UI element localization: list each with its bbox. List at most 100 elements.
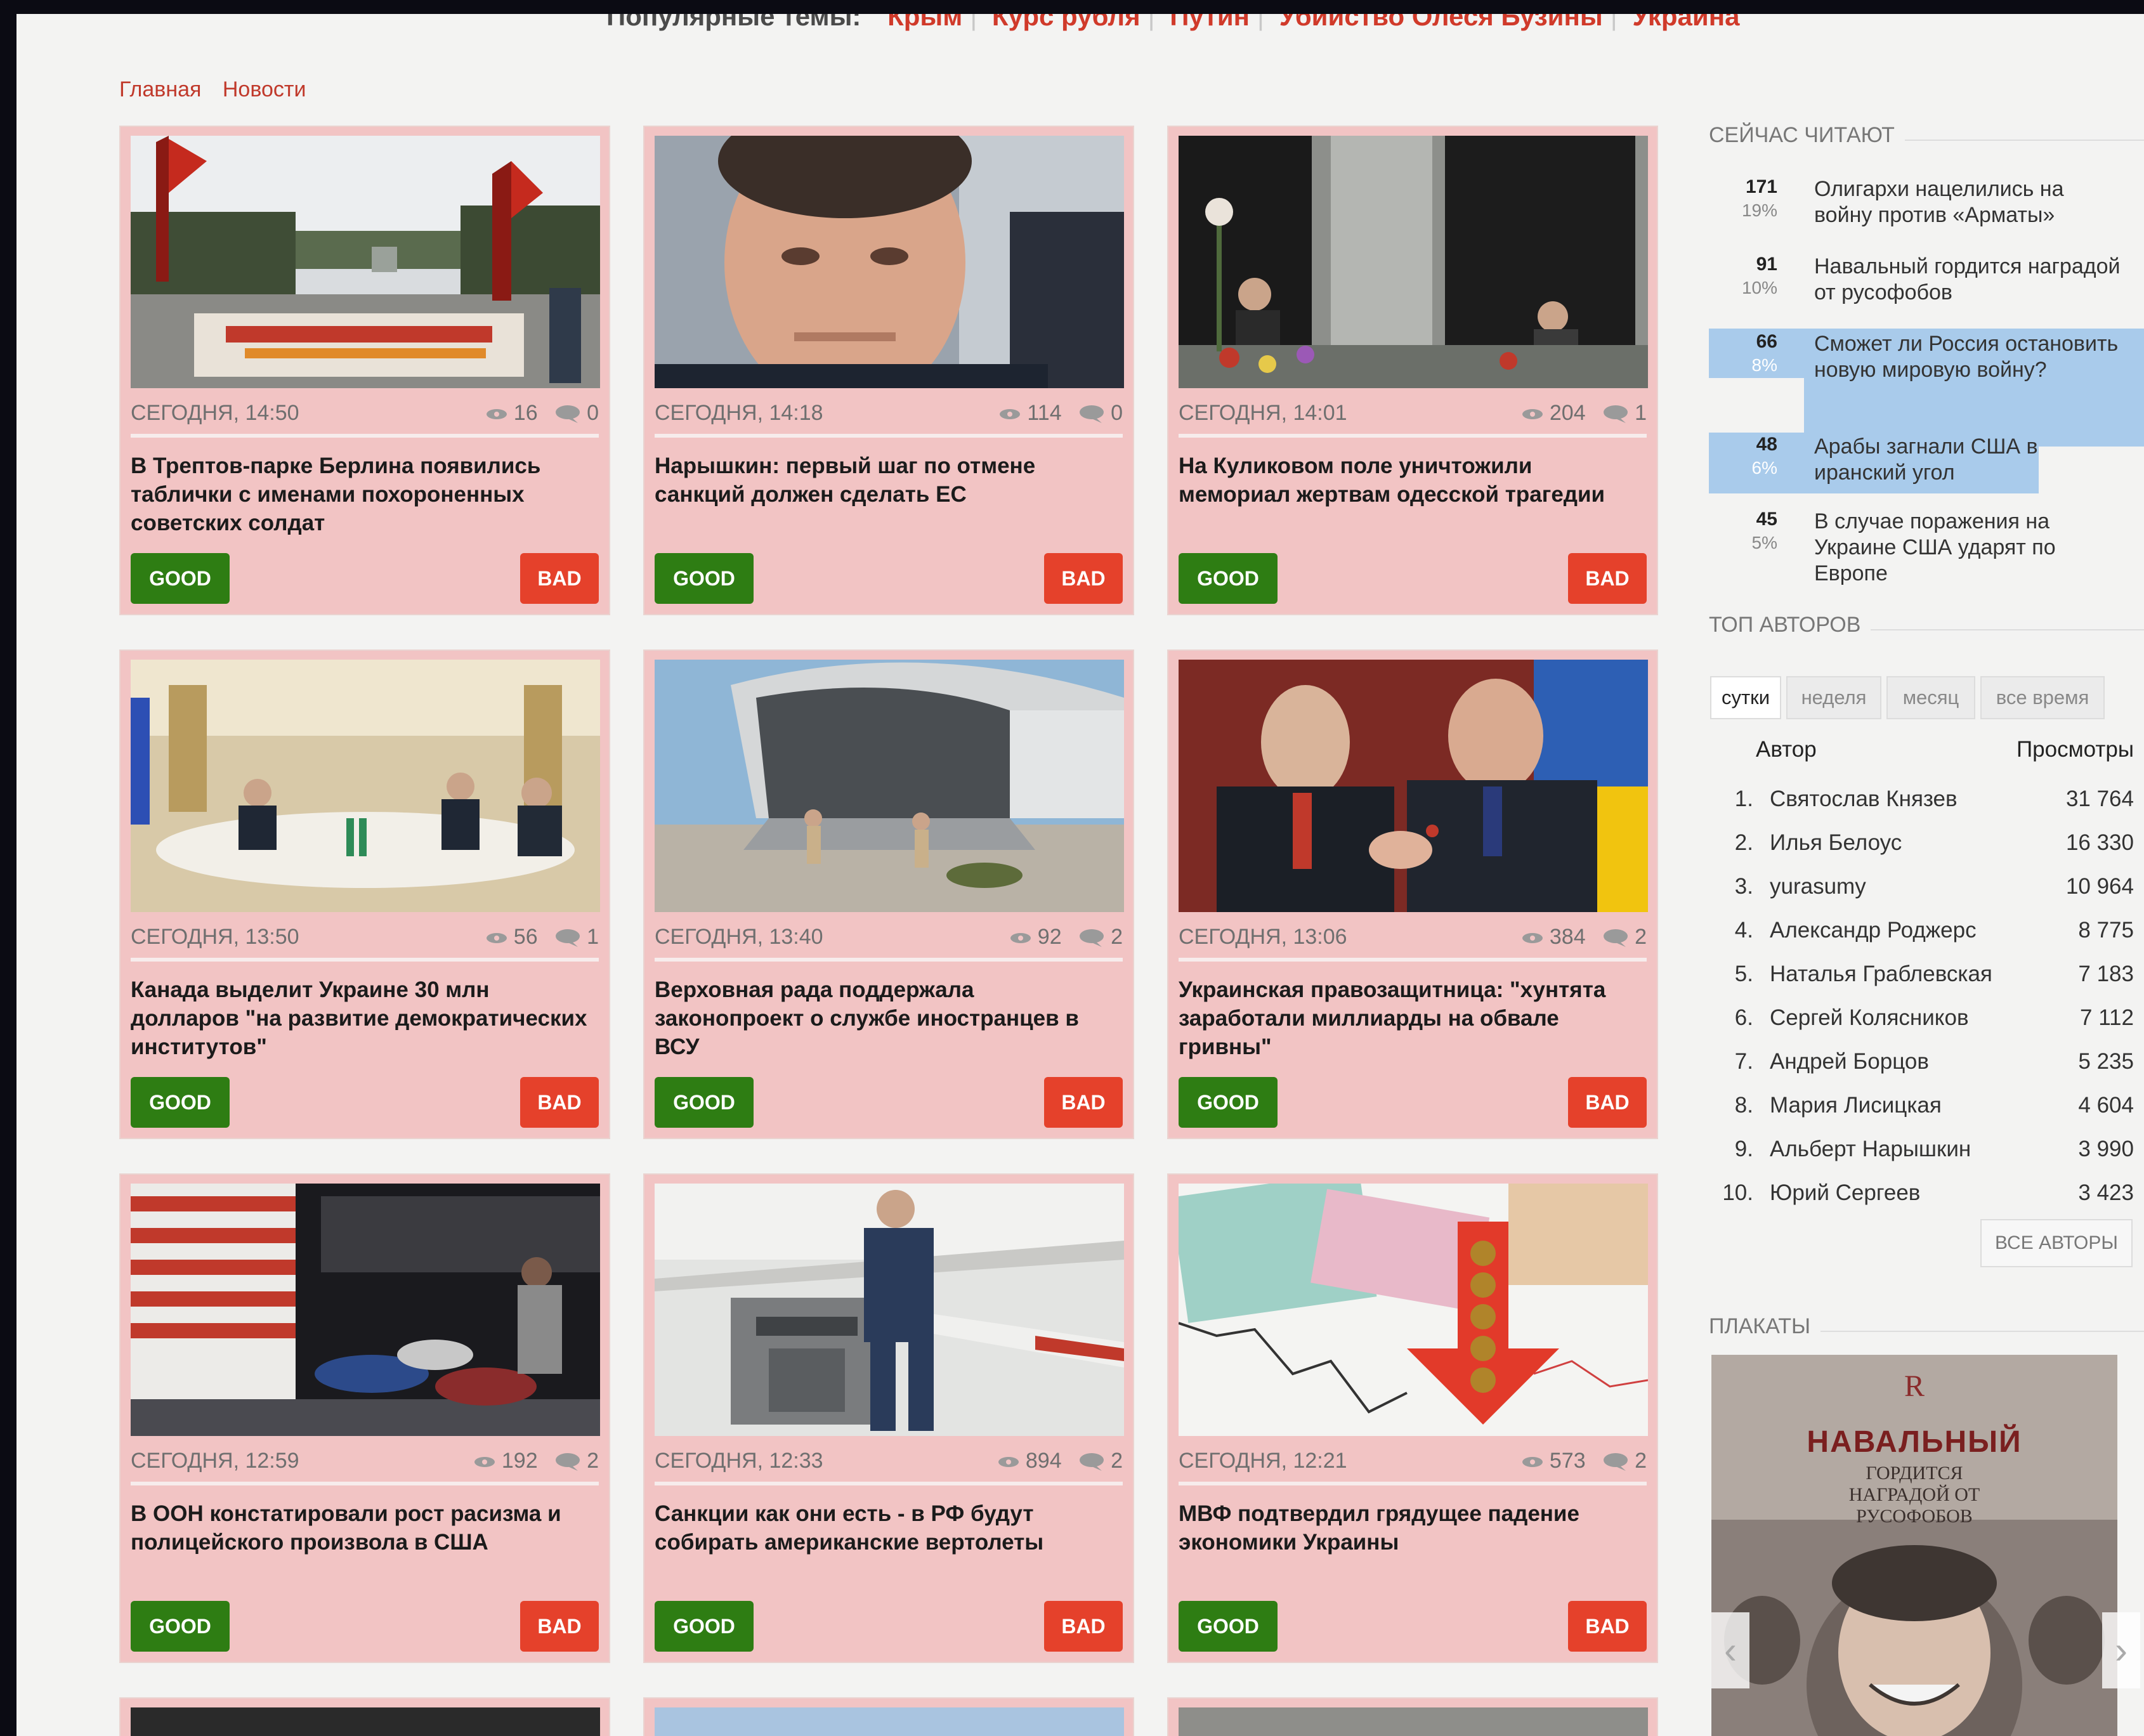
news-image-partial[interactable] xyxy=(1179,1707,1648,1736)
bad-button[interactable]: BAD xyxy=(1568,1601,1647,1652)
news-card[interactable]: СЕГОДНЯ, 14:18 114 0 Нарышкин: первый ша… xyxy=(643,126,1134,615)
reading-link[interactable]: Олигархи нацелились на войну против «Арм… xyxy=(1814,176,2125,228)
news-image-protest-usa[interactable] xyxy=(131,1184,600,1436)
author-name[interactable]: Мария Лисицкая xyxy=(1770,1093,1942,1118)
news-card[interactable]: СЕГОДНЯ, 13:06 384 2 Украинская правозащ… xyxy=(1167,649,1658,1139)
now-reading-item[interactable]: 91 10% Навальный гордится наградой от ру… xyxy=(1709,254,2121,323)
author-row[interactable]: 2. Илья Белоус 16 330 xyxy=(1709,830,2134,868)
news-card[interactable]: СЕГОДНЯ, 12:33 894 2 Санкции как они ест… xyxy=(643,1173,1134,1663)
news-card[interactable]: СЕГОДНЯ, 13:40 92 2 Верховная рада подде… xyxy=(643,649,1134,1139)
author-name[interactable]: Наталья Граблевская xyxy=(1770,962,1992,987)
news-card[interactable] xyxy=(1167,1697,1658,1736)
news-card[interactable]: СЕГОДНЯ, 12:21 573 2 МВФ подтвердил гряд… xyxy=(1167,1173,1658,1663)
news-title[interactable]: На Куликовом поле уничтожили мемориал же… xyxy=(1179,452,1647,509)
news-card[interactable]: СЕГОДНЯ, 14:50 16 0 В Трептов-парке Берл… xyxy=(119,126,610,615)
news-title[interactable]: В ООН констатировали рост расизма и поли… xyxy=(131,1499,599,1557)
news-image-partial[interactable] xyxy=(131,1707,600,1736)
author-row[interactable]: 8. Мария Лисицкая 4 604 xyxy=(1709,1093,2134,1131)
bad-button[interactable]: BAD xyxy=(1568,1077,1647,1128)
news-title[interactable]: Нарышкин: первый шаг по отмене санкций д… xyxy=(655,452,1123,509)
news-title[interactable]: Канада выделит Украине 30 млн долларов "… xyxy=(131,976,599,1061)
tab-all-time[interactable]: все время xyxy=(1980,676,2105,719)
news-title[interactable]: МВФ подтвердил грядущее падение экономик… xyxy=(1179,1499,1647,1557)
news-image-cargo-plane[interactable] xyxy=(655,660,1124,912)
good-button[interactable]: GOOD xyxy=(131,1077,230,1128)
author-name[interactable]: yurasumy xyxy=(1770,874,1866,899)
comment-icon xyxy=(1080,1453,1104,1472)
author-row[interactable]: 5. Наталья Граблевская 7 183 xyxy=(1709,962,2134,1000)
good-button[interactable]: GOOD xyxy=(131,1601,230,1652)
news-title[interactable]: Украинская правозащитница: "хунтята зара… xyxy=(1179,976,1647,1061)
news-image-kulikovo-field[interactable] xyxy=(1179,136,1648,388)
good-button[interactable]: GOOD xyxy=(1179,553,1278,604)
news-card[interactable] xyxy=(643,1697,1134,1736)
good-button[interactable]: GOOD xyxy=(1179,1077,1278,1128)
bad-button[interactable]: BAD xyxy=(520,1077,599,1128)
news-image-naryshkin[interactable] xyxy=(655,136,1124,388)
news-title[interactable]: Санкции как они есть - в РФ будут собира… xyxy=(655,1499,1123,1557)
news-card[interactable] xyxy=(119,1697,610,1736)
author-row[interactable]: 4. Александр Роджерс 8 775 xyxy=(1709,918,2134,956)
bad-button[interactable]: BAD xyxy=(520,553,599,604)
tab-month[interactable]: месяц xyxy=(1886,676,1975,719)
reading-link[interactable]: В случае поражения на Украине США ударят… xyxy=(1814,509,2125,587)
author-name[interactable]: Юрий Сергеев xyxy=(1770,1180,1920,1206)
news-image-partial[interactable] xyxy=(655,1707,1124,1736)
bad-button[interactable]: BAD xyxy=(1568,553,1647,604)
news-card[interactable]: СЕГОДНЯ, 14:01 204 1 На Куликовом поле у… xyxy=(1167,126,1658,615)
author-name[interactable]: Альберт Нарышкин xyxy=(1770,1137,1971,1162)
author-row[interactable]: 7. Андрей Борцов 5 235 xyxy=(1709,1049,2134,1087)
author-row[interactable]: 6. Сергей Колясников 7 112 xyxy=(1709,1005,2134,1043)
author-name[interactable]: Сергей Колясников xyxy=(1770,1005,1969,1031)
good-button[interactable]: GOOD xyxy=(655,1601,754,1652)
news-image-currency-decline[interactable] xyxy=(1179,1184,1648,1436)
author-name[interactable]: Илья Белоус xyxy=(1770,830,1902,856)
topic-link-buzina[interactable]: Убийство Олеся Бузины xyxy=(1279,14,1603,31)
news-image-berlin-memorial[interactable] xyxy=(131,136,600,388)
bad-button[interactable]: BAD xyxy=(520,1601,599,1652)
now-reading-item[interactable]: 45 5% В случае поражения на Украине США … xyxy=(1709,509,2121,591)
good-button[interactable]: GOOD xyxy=(1179,1601,1278,1652)
comment-icon xyxy=(1604,405,1628,424)
author-row[interactable]: 3. yurasumy 10 964 xyxy=(1709,874,2134,912)
poster-prev-button[interactable]: ‹ xyxy=(1711,1612,1749,1688)
poster-next-button[interactable]: › xyxy=(2102,1612,2140,1688)
bad-button[interactable]: BAD xyxy=(1044,1601,1123,1652)
reading-link[interactable]: Арабы загнали США в иранский угол xyxy=(1814,434,2125,486)
all-authors-button[interactable]: ВСЕ АВТОРЫ xyxy=(1980,1219,2133,1267)
good-button[interactable]: GOOD xyxy=(131,553,230,604)
now-reading-item[interactable]: 171 19% Олигархи нацелились на войну про… xyxy=(1709,176,2121,246)
bad-button[interactable]: BAD xyxy=(1044,553,1123,604)
author-name[interactable]: Андрей Борцов xyxy=(1770,1049,1929,1074)
poster-image[interactable]: R НАВАЛЬНЫЙ ГОРДИТСЯ НАГРАДОЙ ОТ РУСОФОБ… xyxy=(1711,1355,2117,1736)
tab-day[interactable]: сутки xyxy=(1710,676,1781,719)
news-title[interactable]: Верховная рада поддержала законопроект о… xyxy=(655,976,1123,1061)
news-card[interactable]: СЕГОДНЯ, 12:59 192 2 В ООН констатировал… xyxy=(119,1173,610,1663)
tab-week[interactable]: неделя xyxy=(1786,676,1881,719)
news-image-canada-meeting[interactable] xyxy=(131,660,600,912)
author-row[interactable]: 10. Юрий Сергеев 3 423 xyxy=(1709,1180,2134,1218)
bad-button[interactable]: BAD xyxy=(1044,1077,1123,1128)
reading-link[interactable]: Навальный гордится наградой от русофобов xyxy=(1814,254,2125,306)
author-name[interactable]: Святослав Князев xyxy=(1770,786,1958,812)
breadcrumb-home[interactable]: Главная xyxy=(119,77,201,101)
author-name[interactable]: Александр Роджерс xyxy=(1770,918,1977,943)
topic-link-putin[interactable]: Путин xyxy=(1170,14,1250,31)
breadcrumb-news[interactable]: Новости xyxy=(223,77,306,101)
news-title[interactable]: В Трептов-парке Берлина появились таблич… xyxy=(131,452,599,537)
reading-link[interactable]: Сможет ли Россия остановить новую мирову… xyxy=(1814,331,2125,383)
topic-link-crimea[interactable]: Крым xyxy=(887,14,962,31)
good-button[interactable]: GOOD xyxy=(655,553,754,604)
news-card[interactable]: СЕГОДНЯ, 13:50 56 1 Канада выделит Украи… xyxy=(119,649,610,1139)
author-row[interactable]: 9. Альберт Нарышкин 3 990 xyxy=(1709,1137,2134,1175)
topic-link-ruble[interactable]: Курс рубля xyxy=(992,14,1141,31)
news-image-politicians-handshake[interactable] xyxy=(1179,660,1648,912)
comments-count: 1 xyxy=(587,925,599,949)
now-reading-item[interactable]: 48 6% Арабы загнали США в иранский угол xyxy=(1709,434,2121,504)
good-button[interactable]: GOOD xyxy=(655,1077,754,1128)
author-row[interactable]: 1. Святослав Князев 31 764 xyxy=(1709,786,2134,825)
news-image-helicopter[interactable] xyxy=(655,1184,1124,1436)
now-reading-item[interactable]: 66 8% Сможет ли Россия остановить новую … xyxy=(1709,331,2121,401)
news-meta: СЕГОДНЯ, 12:59 192 2 xyxy=(131,1446,599,1485)
author-rank: 10. xyxy=(1722,1180,1753,1205)
